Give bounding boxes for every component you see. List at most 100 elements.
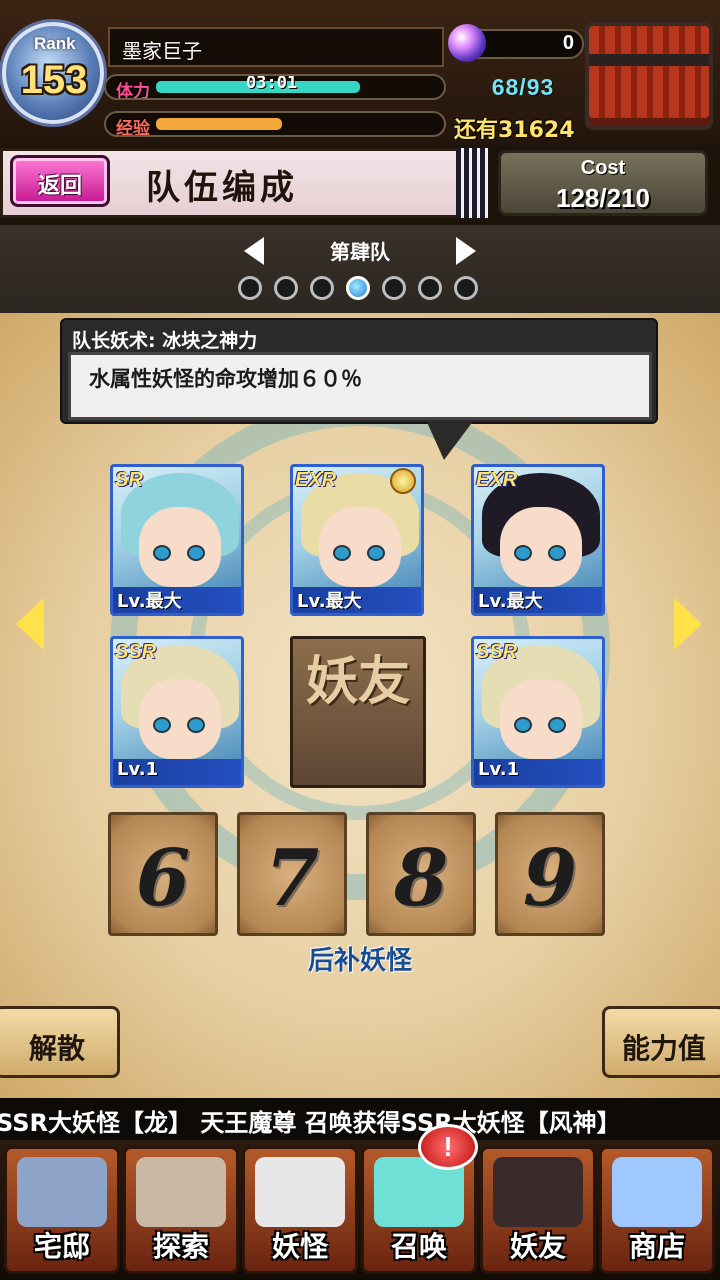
- leader-skill-desc-box: 水属性妖怪的命攻增加６０％: [68, 352, 652, 420]
- portrait-eye: [514, 717, 532, 733]
- reserve-slot-9[interactable]: 9: [495, 812, 605, 936]
- nav-tab-label: 妖怪: [271, 1230, 328, 1263]
- portrait-eye: [333, 545, 351, 561]
- rarity-badge: SSR: [115, 641, 157, 663]
- leader-skill-panel: 队长妖术: 冰块之神力 水属性妖怪的命攻增加６０％: [60, 318, 658, 424]
- field-next-icon[interactable]: [674, 598, 702, 650]
- team-page-dot[interactable]: [382, 276, 406, 300]
- leader-skill-title: 队长妖术: 冰块之神力: [72, 330, 258, 352]
- team-member-card[interactable]: SSR Lv.1: [110, 636, 244, 788]
- reserve-slot-number: 8: [393, 833, 449, 924]
- rank-badge: Rank 153: [2, 22, 104, 124]
- player-name: 墨家巨子: [122, 39, 202, 63]
- nav-tab-label: 商店: [628, 1230, 685, 1263]
- portrait-eye: [187, 545, 205, 561]
- summon-alert-icon: !: [443, 1131, 453, 1162]
- nav-tab-icon: [17, 1157, 107, 1227]
- team-member-card[interactable]: SR Lv.最大: [110, 464, 244, 616]
- portrait-face: [139, 507, 221, 587]
- exp-fill: [156, 118, 282, 130]
- portrait-eye: [548, 545, 566, 561]
- portrait-eye: [187, 717, 205, 733]
- reserve-slot-number: 6: [135, 833, 191, 924]
- team-page-dot[interactable]: [274, 276, 298, 300]
- nav-tab[interactable]: 商店: [599, 1146, 715, 1274]
- leader-medal-icon: [390, 460, 416, 498]
- team-prev-icon[interactable]: [244, 237, 264, 265]
- portrait-eye: [367, 545, 385, 561]
- cost-box: Cost 128/210: [498, 150, 708, 216]
- stamina-timer: 03:01: [246, 74, 298, 93]
- team-name: 第肆队: [330, 240, 390, 264]
- stamina-bar: 体力 03:01: [104, 74, 446, 100]
- stamina-label: 体力: [116, 82, 150, 100]
- reserve-label: 后补妖怪: [307, 946, 412, 976]
- player-name-box: 墨家巨子: [108, 27, 444, 67]
- portrait-eye: [548, 717, 566, 733]
- level-label: Lv.最大: [113, 587, 241, 613]
- friend-slot[interactable]: 妖友: [290, 636, 426, 788]
- speech-tail: [426, 420, 474, 460]
- portrait-face: [319, 507, 401, 587]
- nav-tab[interactable]: 探索: [123, 1146, 239, 1274]
- team-page-dot[interactable]: [310, 276, 334, 300]
- team-page-dot[interactable]: [418, 276, 442, 300]
- cost-label: Cost: [580, 157, 626, 179]
- rarity-badge: SR: [115, 469, 143, 491]
- gem-icon: [448, 24, 486, 62]
- nav-tab-icon: [255, 1157, 345, 1227]
- gem-count: 0: [562, 32, 574, 54]
- portrait-face: [500, 679, 582, 759]
- stats-label: 能力值: [621, 1032, 706, 1065]
- leader-skill-desc: 水属性妖怪的命攻增加６０％: [89, 367, 362, 391]
- team-page-dot[interactable]: [346, 276, 370, 300]
- rank-value: 153: [20, 58, 88, 102]
- news-ticker: SSR大妖怪【龙】 天王魔尊 召唤获得SSR大妖怪【风神】: [0, 1098, 720, 1140]
- team-member-card[interactable]: SSR Lv.1: [471, 636, 605, 788]
- ticker-text: SSR大妖怪【龙】 天王魔尊 召唤获得SSR大妖怪【风神】: [0, 1109, 621, 1137]
- level-label: Lv.1: [474, 759, 602, 785]
- rarity-badge: EXR: [295, 469, 337, 491]
- reserve-slot-number: 9: [522, 833, 578, 924]
- level-label: Lv.最大: [293, 587, 421, 613]
- team-page-dot[interactable]: [238, 276, 262, 300]
- disband-button[interactable]: 解散: [0, 1006, 120, 1078]
- team-member-card[interactable]: EXR Lv.最大: [471, 464, 605, 616]
- summon-alert-badge: !: [418, 1124, 478, 1170]
- portrait-eye: [153, 545, 171, 561]
- field-prev-icon[interactable]: [16, 598, 44, 650]
- page-title: 队伍编成: [146, 168, 298, 208]
- nav-tab[interactable]: 妖友: [480, 1146, 596, 1274]
- team-page-dot[interactable]: [454, 276, 478, 300]
- nav-tab-label: 召唤: [390, 1230, 447, 1263]
- back-label: 返回: [37, 174, 82, 199]
- nav-tab[interactable]: 宅邸: [4, 1146, 120, 1274]
- reserve-slot-7[interactable]: 7: [237, 812, 347, 936]
- gift-box-icon[interactable]: [585, 22, 713, 130]
- remaining-exp: 还有31624: [454, 118, 575, 143]
- rank-label: Rank: [34, 34, 76, 53]
- exp-label: 经验: [116, 119, 150, 137]
- portrait-face: [139, 679, 221, 759]
- back-button[interactable]: 返回: [10, 155, 110, 207]
- reserve-slot-8[interactable]: 8: [366, 812, 476, 936]
- level-label: Lv.最大: [474, 587, 602, 613]
- portrait-eye: [153, 717, 171, 733]
- stats-button[interactable]: 能力值: [602, 1006, 720, 1078]
- stamina-count: 68/93: [491, 74, 555, 100]
- reserve-slot-6[interactable]: 6: [108, 812, 218, 936]
- rarity-badge: EXR: [476, 469, 518, 491]
- exp-bar: 经验: [104, 111, 446, 137]
- nav-tab-label: 妖友: [509, 1230, 566, 1263]
- disband-label: 解散: [28, 1032, 85, 1065]
- nav-tab-label: 宅邸: [33, 1230, 90, 1263]
- nav-tab-icon: [612, 1157, 702, 1227]
- nav-tab-icon: [493, 1157, 583, 1227]
- team-next-icon[interactable]: [456, 237, 476, 265]
- banner-stripe: [456, 148, 488, 218]
- nav-tab[interactable]: 妖怪: [242, 1146, 358, 1274]
- reserve-slot-number: 7: [264, 833, 320, 924]
- level-label: Lv.1: [113, 759, 241, 785]
- nav-tab-icon: [136, 1157, 226, 1227]
- rarity-badge: SSR: [476, 641, 518, 663]
